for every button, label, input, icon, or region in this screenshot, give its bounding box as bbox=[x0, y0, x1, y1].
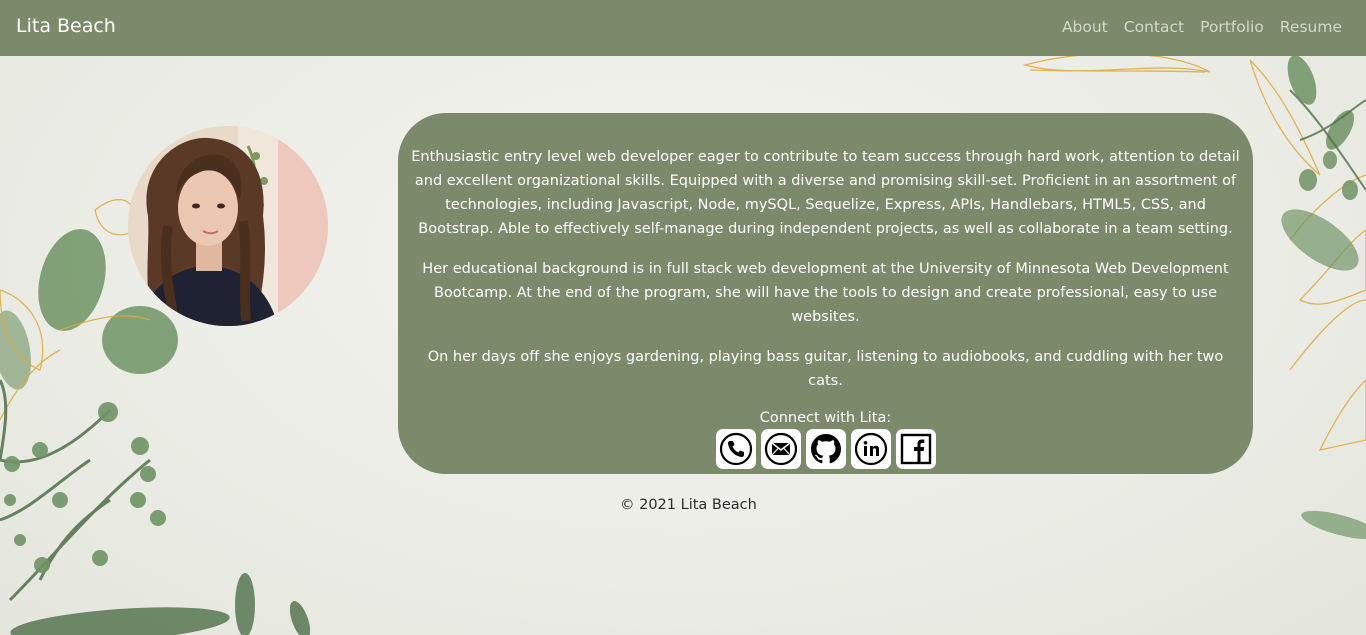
about-paragraph-education: Her educational background is in full st… bbox=[422, 261, 1229, 325]
email-icon bbox=[764, 432, 797, 466]
navbar: Lita Beach About Contact Portfolio Resum… bbox=[0, 0, 1366, 56]
nav-link-contact[interactable]: Contact bbox=[1124, 18, 1184, 36]
email-link[interactable] bbox=[760, 429, 801, 469]
phone-link[interactable] bbox=[715, 429, 756, 469]
profile-photo bbox=[128, 126, 328, 326]
footer-copyright: © 2021 Lita Beach bbox=[620, 497, 757, 513]
github-icon bbox=[810, 434, 841, 464]
about-paragraph-hobbies: On her days off she enjoys gardening, pl… bbox=[427, 349, 1224, 389]
phone-icon bbox=[719, 432, 752, 466]
nav-link-portfolio[interactable]: Portfolio bbox=[1200, 18, 1264, 36]
brand-link[interactable]: Lita Beach bbox=[16, 15, 116, 37]
about-card: Enthusiastic entry level web developer e… bbox=[398, 113, 1253, 474]
github-link[interactable] bbox=[805, 429, 846, 469]
facebook-link[interactable] bbox=[895, 429, 936, 469]
connect-label: Connect with Lita: bbox=[759, 410, 892, 426]
social-links bbox=[410, 429, 1241, 469]
nav-link-resume[interactable]: Resume bbox=[1280, 18, 1342, 36]
linkedin-link[interactable] bbox=[850, 429, 891, 469]
nav-link-about[interactable]: About bbox=[1062, 18, 1108, 36]
linkedin-icon bbox=[854, 432, 887, 466]
facebook-icon bbox=[900, 433, 931, 465]
about-paragraph-intro: Enthusiastic entry level web developer e… bbox=[411, 149, 1240, 237]
nav-links: About Contact Portfolio Resume bbox=[1046, 18, 1342, 36]
